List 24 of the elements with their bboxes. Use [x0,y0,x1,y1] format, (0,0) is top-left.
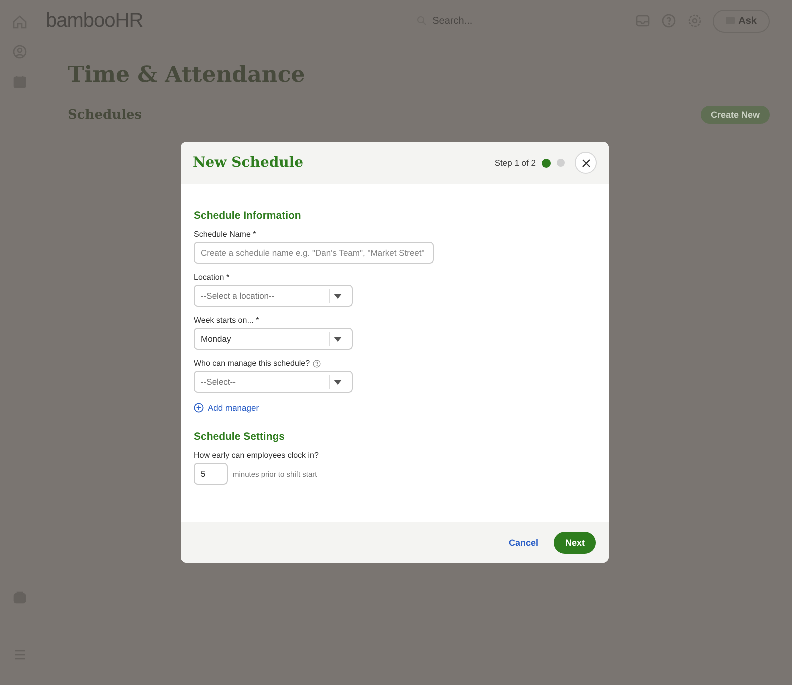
caret-icon [334,294,342,298]
caret-icon [334,336,342,342]
field-label: Week starts on... * [194,316,260,325]
schedule-name-input[interactable]: Create a schedule name e.g. "Dan's Team", "Market Street" [194,242,434,264]
field-label: How early can employees clock in? [194,451,319,460]
add-manager-link[interactable]: Add manager [194,403,597,413]
next-button[interactable]: Next [554,532,596,554]
dialog-title: New Schedule [193,155,304,171]
section-heading: Schedule Settings [194,431,286,443]
plus-circle-icon [194,403,204,413]
cancel-button[interactable]: Cancel [502,536,544,548]
field-label: Who can manage this schedule? [194,359,310,368]
select-dropdown[interactable]: --Select-- [194,371,353,393]
close-icon [582,158,590,168]
select-dropdown[interactable]: --Select a location-- [194,285,353,307]
caret-icon [334,380,342,384]
select-dropdown[interactable]: Monday [194,328,353,350]
close-button[interactable] [575,152,597,174]
section-heading: Schedule Information [194,210,302,222]
minutes-input[interactable]: 5 [194,463,228,485]
field-label: Schedule Name * [194,230,256,239]
field-label: Location * [194,273,230,282]
step-text: Step 1 of 2 [494,158,536,168]
create-new-button[interactable]: Create New [700,106,770,124]
